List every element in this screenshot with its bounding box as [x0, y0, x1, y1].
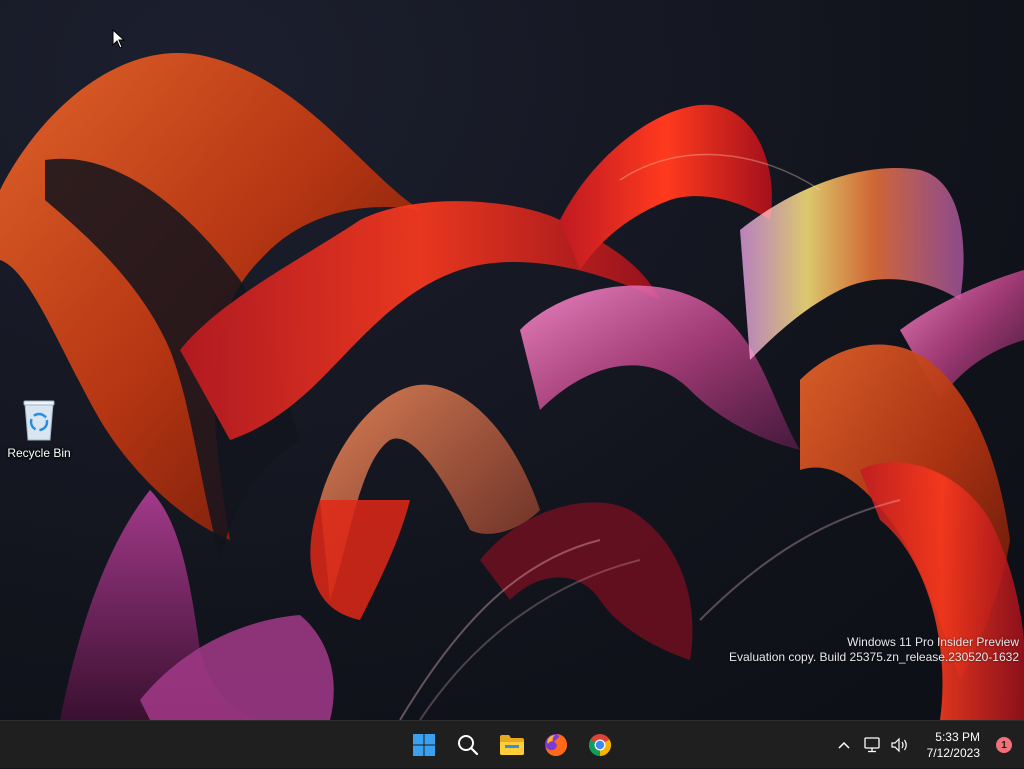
- speaker-icon: [891, 737, 907, 753]
- watermark-edition: Windows 11 Pro Insider Preview: [847, 635, 1019, 649]
- clock-date: 7/12/2023: [926, 746, 980, 760]
- network-button[interactable]: [858, 725, 886, 765]
- notification-badge[interactable]: 1: [996, 737, 1012, 753]
- clock-time: 5:33 PM: [935, 730, 980, 744]
- evaluation-watermark: Windows 11 Pro Insider Preview Evaluatio…: [729, 635, 1019, 665]
- file-explorer-button[interactable]: [492, 725, 532, 765]
- recycle-bin-shortcut[interactable]: Recycle Bin: [4, 398, 74, 470]
- system-tray: 5:33 PM 7/12/2023 1: [830, 721, 1024, 769]
- volume-button[interactable]: [886, 725, 914, 765]
- recycle-bin-icon: [23, 400, 55, 441]
- start-button[interactable]: [404, 725, 444, 765]
- chrome-button[interactable]: [580, 725, 620, 765]
- taskbar: 5:33 PM 7/12/2023 1: [0, 720, 1024, 768]
- show-hidden-icons-button[interactable]: [830, 725, 858, 765]
- watermark-build: Evaluation copy. Build 25375.zn_release.…: [729, 650, 1019, 664]
- wallpaper: [0, 52, 1024, 720]
- search-button[interactable]: [448, 725, 488, 765]
- network-icon: [864, 737, 880, 753]
- recycle-bin-label: Recycle Bin: [7, 446, 71, 460]
- chevron-up-icon: [838, 741, 850, 749]
- firefox-icon: [545, 734, 567, 756]
- chrome-icon: [589, 734, 611, 756]
- search-icon: [458, 735, 479, 756]
- taskbar-pinned-apps: [404, 721, 620, 769]
- windows-logo-icon: [413, 734, 435, 756]
- desktop[interactable]: Recycle Bin Windows 11 Pro Insider Previ…: [0, 0, 1024, 720]
- clock-button[interactable]: 5:33 PM 7/12/2023: [914, 725, 984, 765]
- mouse-pointer-icon: [112, 29, 126, 49]
- firefox-button[interactable]: [536, 725, 576, 765]
- folder-icon: [500, 735, 524, 755]
